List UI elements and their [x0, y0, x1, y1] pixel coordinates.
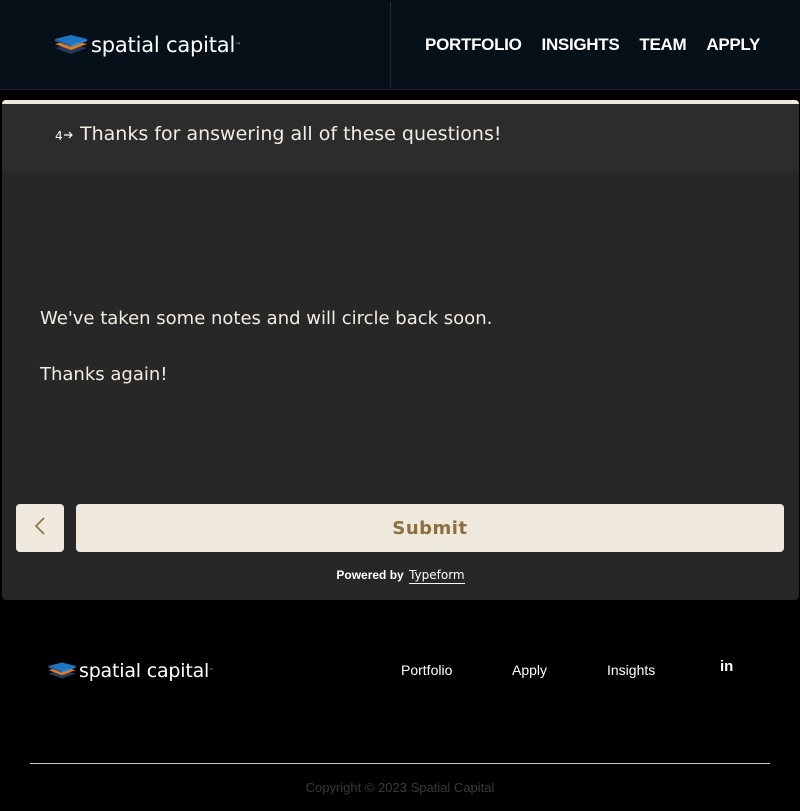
question-header: 4 Thanks for answering all of these ques…	[2, 104, 799, 172]
brand-name: spatial capital	[91, 33, 236, 57]
chevron-left-icon	[34, 516, 46, 540]
main-nav: PORTFOLIO INSIGHTS TEAM APPLY	[405, 35, 760, 55]
question-title: Thanks for answering all of these questi…	[80, 123, 502, 145]
thankyou-message-line2: Thanks again!	[40, 364, 168, 385]
nav-portfolio[interactable]: PORTFOLIO	[425, 35, 522, 55]
footer-brand-trademark: ™	[209, 668, 215, 674]
footer-link-apply[interactable]: Apply	[512, 662, 547, 678]
powered-by: Powered by Typeform	[2, 568, 799, 584]
footer-logo[interactable]: spatial capital ™	[48, 660, 214, 682]
footer-brand-name: spatial capital	[79, 660, 210, 682]
footer-divider	[30, 763, 770, 764]
stacked-layers-logo-icon	[48, 660, 76, 682]
typeform-embed: 4 Thanks for answering all of these ques…	[2, 100, 799, 600]
linkedin-icon[interactable]: in	[720, 658, 733, 675]
header-logo[interactable]: spatial capital ™	[55, 32, 241, 58]
brand-trademark: ™	[235, 41, 242, 49]
submit-button[interactable]: Submit	[76, 504, 784, 552]
back-button[interactable]	[16, 504, 64, 552]
footer-link-insights[interactable]: Insights	[607, 662, 655, 678]
powered-by-label: Powered by	[336, 568, 404, 582]
question-number: 4	[55, 129, 74, 143]
copyright: Copyright © 2023 Spatial Capital	[305, 780, 495, 795]
thankyou-message-line1: We've taken some notes and will circle b…	[40, 308, 493, 329]
question-number-text: 4	[55, 129, 63, 143]
nav-apply[interactable]: APPLY	[706, 35, 760, 55]
nav-team[interactable]: TEAM	[639, 35, 686, 55]
nav-insights[interactable]: INSIGHTS	[542, 35, 620, 55]
footer-link-portfolio[interactable]: Portfolio	[401, 662, 452, 678]
stacked-layers-logo-icon	[55, 32, 87, 58]
site-header: spatial capital ™ PORTFOLIO INSIGHTS TEAM…	[0, 0, 800, 90]
arrow-right-icon	[63, 131, 74, 142]
header-divider	[390, 2, 391, 88]
typeform-link[interactable]: Typeform	[409, 568, 465, 584]
